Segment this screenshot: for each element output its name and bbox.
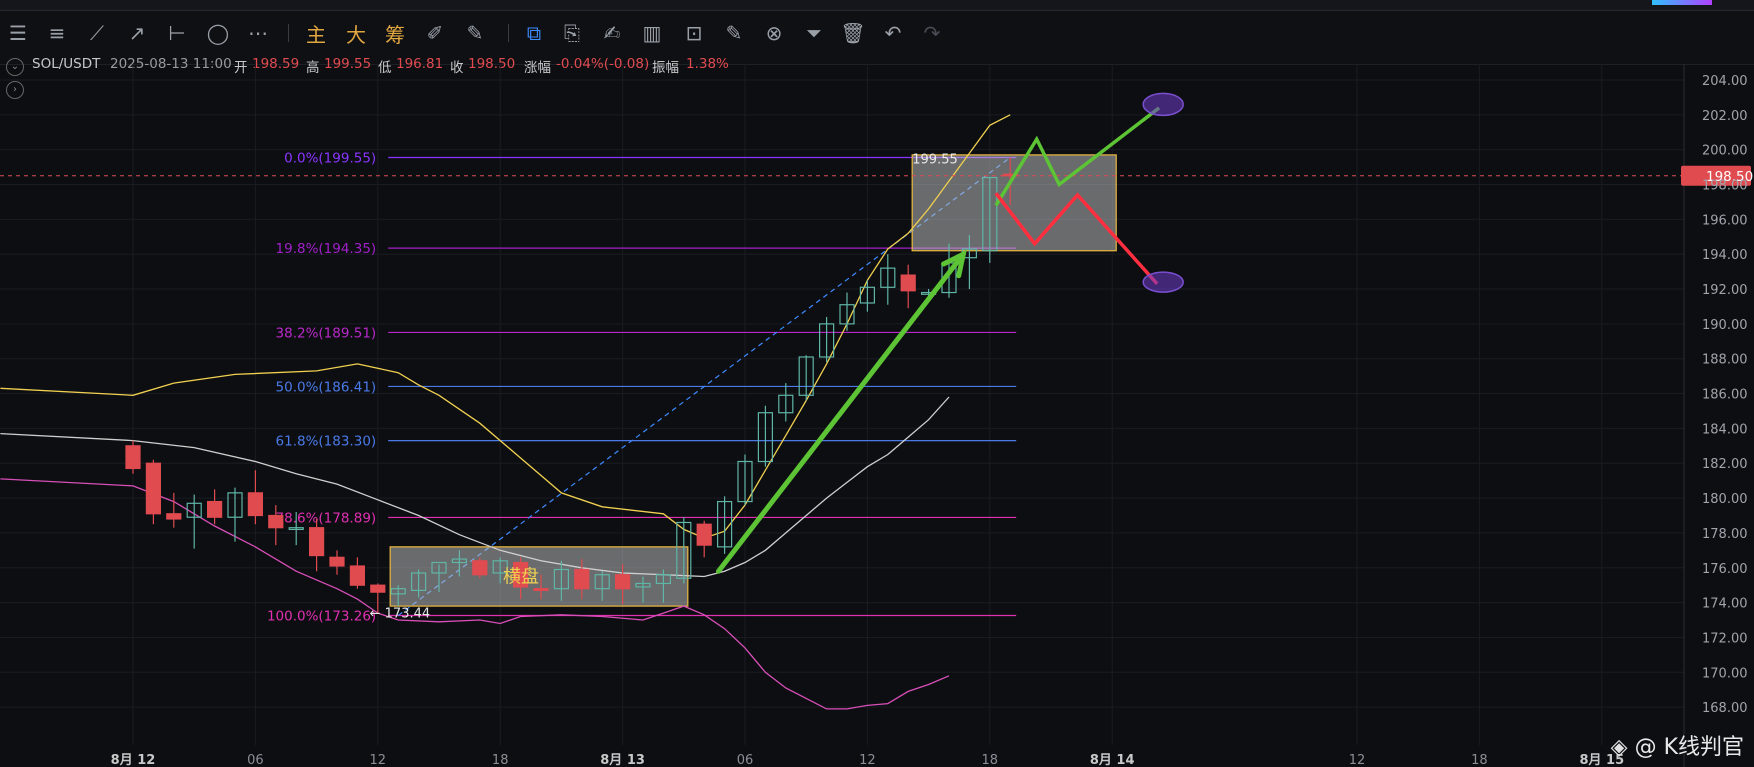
price-axis-label: 182.00 [1702, 457, 1748, 472]
ray-icon[interactable]: ↗ [123, 18, 151, 48]
filter-icon[interactable]: ⏷ [800, 18, 828, 48]
menu-icon[interactable]: ☰ [4, 18, 32, 48]
fib-level-label: 38.2%(189.51) [276, 325, 377, 341]
redo-icon[interactable]: ↷ [918, 18, 946, 48]
magnet-icon[interactable]: ⊗ [760, 18, 788, 48]
high-price-label: 199.55 [912, 153, 958, 168]
price-axis-label: 194.00 [1702, 248, 1748, 263]
candle-type-icon[interactable]: ▥ [638, 18, 666, 48]
binance-logo-icon: ◈ [1610, 735, 1628, 760]
price-axis-label: 174.00 [1702, 597, 1748, 612]
time-axis-label: 8月 12 [111, 753, 156, 767]
indicator-button-1[interactable]: 大 [342, 18, 370, 48]
time-axis-label: 06 [247, 753, 264, 767]
ellipse-icon[interactable]: ◯ [204, 18, 232, 48]
candle-body [125, 445, 141, 470]
price-axis-label: 192.00 [1702, 283, 1748, 298]
fib-level-label: 19.8%(194.35) [276, 241, 377, 257]
time-axis-label: 12 [859, 753, 876, 767]
price-axis-label: 170.00 [1702, 666, 1748, 681]
trend-line-icon[interactable]: ⟋ [83, 18, 111, 48]
more-icon[interactable]: ⋯ [244, 18, 272, 48]
price-axis-label: 184.00 [1702, 422, 1748, 437]
candle-body [533, 588, 549, 592]
time-axis-label: 18 [982, 753, 999, 767]
fib-level-label: 50.0%(186.41) [276, 379, 377, 395]
watermark-text: @ K线判官 [1634, 735, 1744, 760]
horizontal-line-icon[interactable]: ⊢ [163, 18, 191, 48]
price-axis-label: 176.00 [1702, 562, 1748, 577]
edit-icon[interactable]: ✎ [720, 18, 748, 48]
fib-level-label: 78.6%(178.89) [276, 510, 377, 526]
trend-arrow [715, 251, 966, 574]
price-axis-label: 204.00 [1702, 74, 1748, 89]
fib-level-label: 0.0%(199.55) [284, 151, 376, 167]
consolidation-label: 横盘 [503, 566, 539, 587]
candle-body [309, 527, 325, 557]
time-axis-label: 06 [737, 753, 754, 767]
price-axis-label: 186.00 [1702, 388, 1748, 403]
price-axis-label: 188.00 [1702, 353, 1748, 368]
candle-body [696, 523, 712, 546]
indicator-button-0[interactable]: 主 [302, 18, 330, 48]
candle-body [472, 560, 488, 576]
target-ellipse-top [1142, 92, 1184, 117]
undo-icon[interactable]: ↶ [879, 18, 907, 48]
lock-icon[interactable]: ⊡ [680, 18, 708, 48]
pen-icon[interactable]: ✍ [598, 18, 626, 48]
price-axis-label: 178.00 [1702, 527, 1748, 542]
replay-icon[interactable]: ⧉ [520, 18, 548, 48]
time-axis-label: 18 [1471, 753, 1488, 767]
price-axis-label: 180.00 [1702, 492, 1748, 507]
candle-body [614, 574, 631, 590]
time-axis-label: 8月 14 [1090, 753, 1135, 767]
time-axis-label: 12 [370, 753, 387, 767]
price-axis-label: 198.00 [1702, 179, 1748, 194]
low-price-label: ← 173.44 [370, 606, 431, 621]
horizontal-lines-icon[interactable]: ≡ [43, 18, 71, 48]
candle-body [207, 500, 223, 518]
candle-body [268, 514, 284, 529]
candle-body [370, 584, 386, 593]
price-axis-label: 200.00 [1702, 144, 1748, 159]
indicator-button-2[interactable]: 筹 [381, 18, 409, 48]
price-axis-label: 168.00 [1702, 701, 1748, 716]
price-axis-label: 202.00 [1702, 109, 1748, 124]
ruler-icon[interactable]: ✐ [421, 18, 449, 48]
candle-body [349, 565, 365, 586]
fib-level-label: 100.0%(173.26) [267, 608, 376, 624]
candle-body [329, 556, 345, 567]
price-axis-label: 190.00 [1702, 318, 1748, 333]
trash-icon[interactable]: 🗑 [839, 18, 867, 48]
candle-body [166, 513, 182, 520]
watermark: ◈ @ K线判官 [1611, 729, 1744, 761]
time-axis-label: 8月 13 [600, 753, 645, 767]
candle-body [574, 568, 590, 590]
candle-body [247, 492, 263, 517]
copy-icon[interactable]: ⎘ [558, 18, 586, 48]
price-axis-label: 172.00 [1702, 631, 1748, 646]
candle-body [145, 462, 161, 515]
account-badge[interactable] [1652, 0, 1712, 5]
brush-icon[interactable]: ✎ [461, 18, 489, 48]
price-axis-label: 196.00 [1702, 213, 1748, 228]
time-axis-label: 18 [492, 753, 509, 767]
candle-body [900, 274, 916, 292]
time-axis-label: 12 [1349, 753, 1366, 767]
candlestick-chart[interactable]: 0.0%(199.55) 19.8%(194.35) 38.2%(189.51) 50… [0, 64, 1754, 767]
target-ellipse-bottom [1142, 271, 1184, 293]
fib-level-label: 61.8%(183.30) [276, 434, 377, 450]
